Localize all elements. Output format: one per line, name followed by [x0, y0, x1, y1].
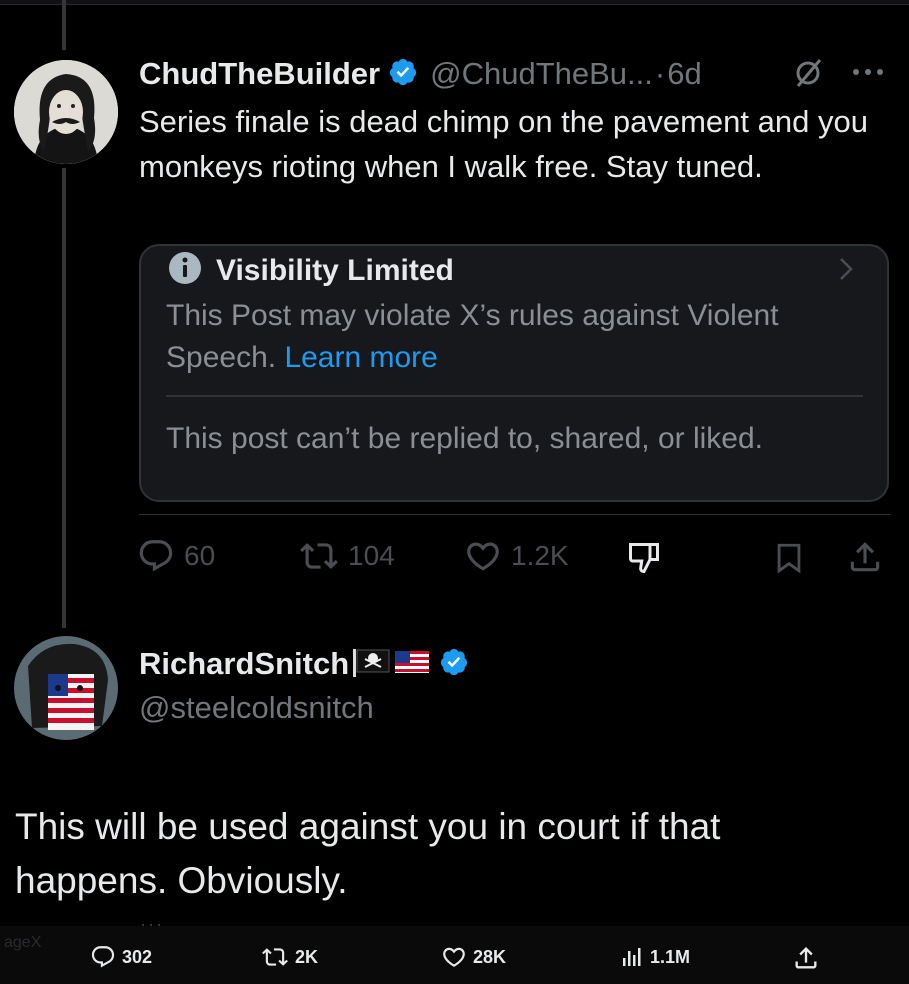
author-avatar[interactable] [14, 60, 118, 164]
bottom-repost-count: 2K [295, 946, 319, 967]
repost-button[interactable]: 2K [261, 944, 318, 970]
share-bar-icon [795, 947, 817, 969]
notice-header: Visibility Limited [168, 251, 454, 290]
like-button[interactable]: 28K [441, 944, 506, 970]
chevron-right-icon[interactable] [836, 255, 856, 288]
downvote-icon[interactable] [626, 540, 662, 581]
bookmark-icon[interactable] [772, 540, 806, 581]
reply-header: RichardSnitch [139, 646, 469, 682]
like-action: 1.2K [463, 537, 569, 575]
thread-line [62, 168, 66, 628]
thread-line-top [62, 0, 66, 50]
watermark-text: ageX [4, 934, 42, 951]
pirate-flag-icon [351, 647, 391, 682]
heart-icon [467, 542, 499, 571]
reply-author-handle[interactable]: @steelcoldsnitch [139, 690, 374, 726]
bottom-view-count: 1.1M [650, 946, 691, 967]
views-button[interactable]: 1.1M [620, 944, 690, 970]
post-text: Series finale is dead chimp on the pavem… [139, 104, 868, 184]
reply-count: 60 [184, 540, 216, 571]
notice-divider [166, 395, 863, 397]
share-icon[interactable] [846, 538, 884, 581]
notice-title: Visibility Limited [216, 253, 454, 287]
repost-bar-icon [262, 948, 288, 966]
views-bar-icon [623, 948, 641, 966]
time-separator: · [654, 56, 666, 91]
notice-restriction: This post can’t be replied to, shared, o… [166, 422, 763, 455]
notice-message-block: This Post may violate X’s rules against … [166, 295, 826, 379]
heart-bar-icon [443, 947, 465, 967]
learn-more-link[interactable]: Learn more [284, 341, 437, 374]
more-options-icon[interactable] [850, 60, 886, 89]
post-header: ChudTheBuilder @ChudTheBu... · 6d [139, 54, 899, 94]
author-handle[interactable]: @ChudTheBu... [430, 56, 653, 92]
ellipsis-indicator: ··· [140, 914, 164, 934]
reply-author-avatar[interactable] [14, 636, 118, 740]
author-name[interactable]: ChudTheBuilder [139, 56, 380, 92]
verified-badge-icon [388, 57, 418, 92]
post-divider [139, 514, 891, 515]
avatar-flag-face-icon [14, 636, 118, 740]
reply-bar-icon [91, 946, 115, 968]
reply-button[interactable]: 302 [90, 944, 152, 970]
like-count: 1.2K [511, 540, 569, 571]
reply-text: This will be used against you in court i… [15, 806, 721, 901]
repost-action: 104 [298, 537, 395, 575]
post-time[interactable]: 6d [667, 56, 701, 92]
previous-post-edge [0, 0, 909, 5]
bottom-like-count: 28K [473, 946, 507, 967]
reply-verified-badge-icon [439, 647, 469, 682]
bottom-reply-count: 302 [122, 946, 153, 967]
grok-icon[interactable] [792, 56, 826, 95]
us-flag-icon [395, 649, 431, 680]
info-icon [168, 251, 202, 290]
repost-icon [300, 543, 338, 569]
repost-count: 104 [348, 540, 395, 571]
share-button[interactable] [792, 944, 820, 972]
reply-icon [139, 540, 173, 572]
notice-message: This Post may violate X’s rules against … [166, 299, 779, 374]
avatar-portrait-icon [14, 60, 118, 164]
reply-action: 60 [136, 537, 215, 575]
reply-author-name[interactable]: RichardSnitch [139, 646, 349, 682]
